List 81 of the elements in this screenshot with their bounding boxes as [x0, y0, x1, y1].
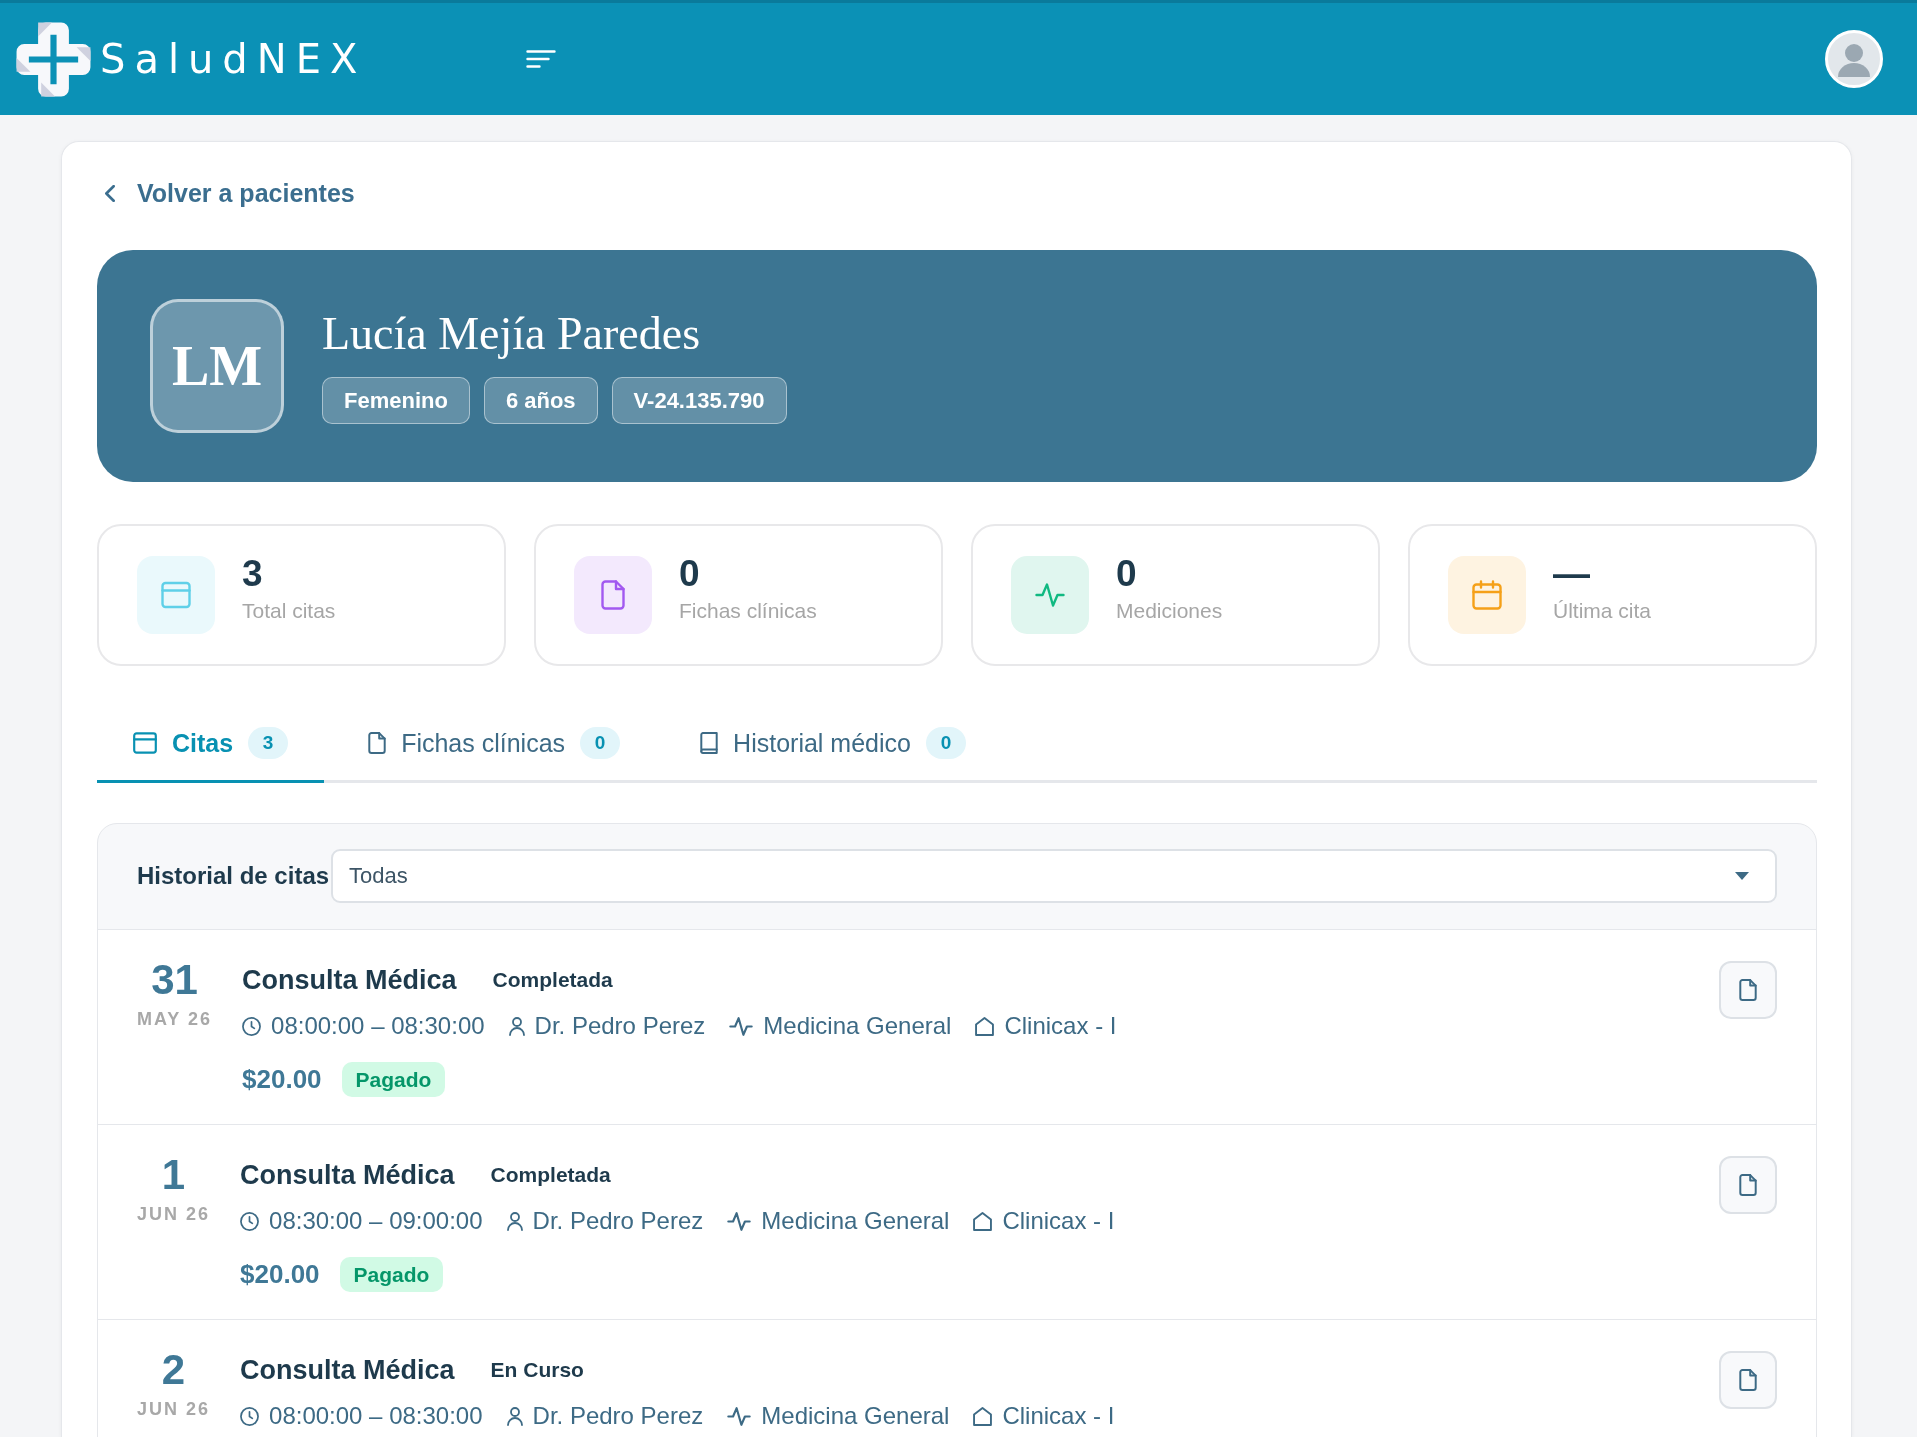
- appointment-title: Consulta Médica: [242, 964, 457, 996]
- location-text: Clinicax - I: [1002, 1208, 1115, 1234]
- time-text: 08:00:00 – 08:30:00: [271, 1013, 485, 1039]
- document-button[interactable]: [1719, 1351, 1777, 1409]
- patient-tag: Femenino: [322, 377, 470, 424]
- book-icon: [700, 732, 719, 754]
- file-icon: [574, 556, 652, 634]
- status-label: En Curso: [490, 1358, 584, 1382]
- count-badge: 3: [248, 727, 289, 759]
- house-icon: [975, 1016, 995, 1036]
- back-link[interactable]: Volver a pacientes: [105, 178, 355, 208]
- document-button[interactable]: [1719, 961, 1777, 1019]
- person-icon: [506, 1211, 523, 1231]
- document-button[interactable]: [1719, 1156, 1777, 1214]
- count-badge: 0: [580, 727, 621, 759]
- payment-badge: Pagado: [339, 1257, 444, 1292]
- pulse-icon: [727, 1211, 752, 1231]
- count-badge: 0: [925, 727, 966, 759]
- panel-title: Historial de citas: [137, 862, 330, 890]
- window-icon: [137, 556, 215, 634]
- chevron-left-icon: [105, 184, 115, 202]
- specialty-text: Medicina General: [763, 1013, 952, 1039]
- person-icon: [508, 1016, 525, 1036]
- location-text: Clinicax - I: [1004, 1013, 1117, 1039]
- stat-value: 3: [242, 552, 264, 595]
- caret-icon: [1735, 872, 1749, 880]
- stat-label: Fichas clínicas: [679, 597, 817, 624]
- tab[interactable]: Fichas clínicas 0: [332, 701, 657, 783]
- date-month: MAY 26: [137, 1009, 213, 1029]
- patient-tag: 6 años: [483, 377, 598, 424]
- patient-name: Lucía Mejía Paredes: [322, 308, 702, 360]
- house-icon: [973, 1211, 993, 1231]
- filter-select[interactable]: Todas: [331, 849, 1777, 903]
- date-month: JUN 26: [137, 1204, 211, 1224]
- status-label: Completada: [492, 968, 613, 992]
- clock-icon: [240, 1406, 260, 1426]
- doctor-name: Dr. Pedro Perez: [532, 1208, 704, 1234]
- file-icon: [1739, 1174, 1757, 1196]
- cross-logo-icon: [15, 20, 92, 98]
- file-icon: [1739, 979, 1757, 1001]
- appointment-title: Consulta Médica: [240, 1354, 455, 1386]
- window-icon: [133, 732, 157, 754]
- pulse-icon: [727, 1406, 752, 1426]
- stat-value: —: [1553, 552, 1591, 595]
- payment-badge: Pagado: [341, 1062, 446, 1097]
- menu-icon[interactable]: [526, 50, 557, 68]
- specialty-text: Medicina General: [761, 1403, 950, 1429]
- time-text: 08:30:00 – 09:00:00: [269, 1208, 483, 1234]
- doctor-name: Dr. Pedro Perez: [534, 1013, 706, 1039]
- stat-label: Última cita: [1553, 597, 1652, 624]
- stat-value: 0: [679, 552, 701, 595]
- stat-value: 0: [1116, 552, 1138, 595]
- price-text: $20.00: [240, 1259, 320, 1290]
- patient-tag: V-24.135.790: [611, 377, 787, 424]
- date-day: 31: [137, 960, 213, 1000]
- time-text: 08:00:00 – 08:30:00: [269, 1403, 483, 1429]
- pulse-icon: [1011, 556, 1089, 634]
- initials-avatar: LM: [150, 299, 284, 433]
- date-day: 2: [137, 1350, 211, 1390]
- price-text: $20.00: [242, 1064, 322, 1095]
- tab[interactable]: Historial médico 0: [664, 701, 1002, 783]
- date-day: 1: [137, 1155, 211, 1195]
- house-icon: [973, 1406, 993, 1426]
- specialty-text: Medicina General: [761, 1208, 950, 1234]
- doctor-name: Dr. Pedro Perez: [532, 1403, 704, 1429]
- pulse-icon: [729, 1016, 754, 1036]
- user-avatar[interactable]: [1825, 30, 1883, 88]
- clock-icon: [240, 1211, 260, 1231]
- date-month: JUN 26: [137, 1399, 211, 1419]
- stat-label: Total citas: [242, 597, 336, 624]
- logo-text: SaludNEX: [100, 39, 367, 79]
- calendar-icon: [1448, 556, 1526, 634]
- location-text: Clinicax - I: [1002, 1403, 1115, 1429]
- person-icon: [506, 1406, 523, 1426]
- stat-label: Mediciones: [1116, 597, 1223, 624]
- file-icon: [1739, 1369, 1757, 1391]
- appointment-title: Consulta Médica: [240, 1159, 455, 1191]
- tab[interactable]: Citas 3: [97, 701, 325, 783]
- status-label: Completada: [490, 1163, 611, 1187]
- clock-icon: [242, 1016, 262, 1036]
- file-icon: [368, 732, 387, 754]
